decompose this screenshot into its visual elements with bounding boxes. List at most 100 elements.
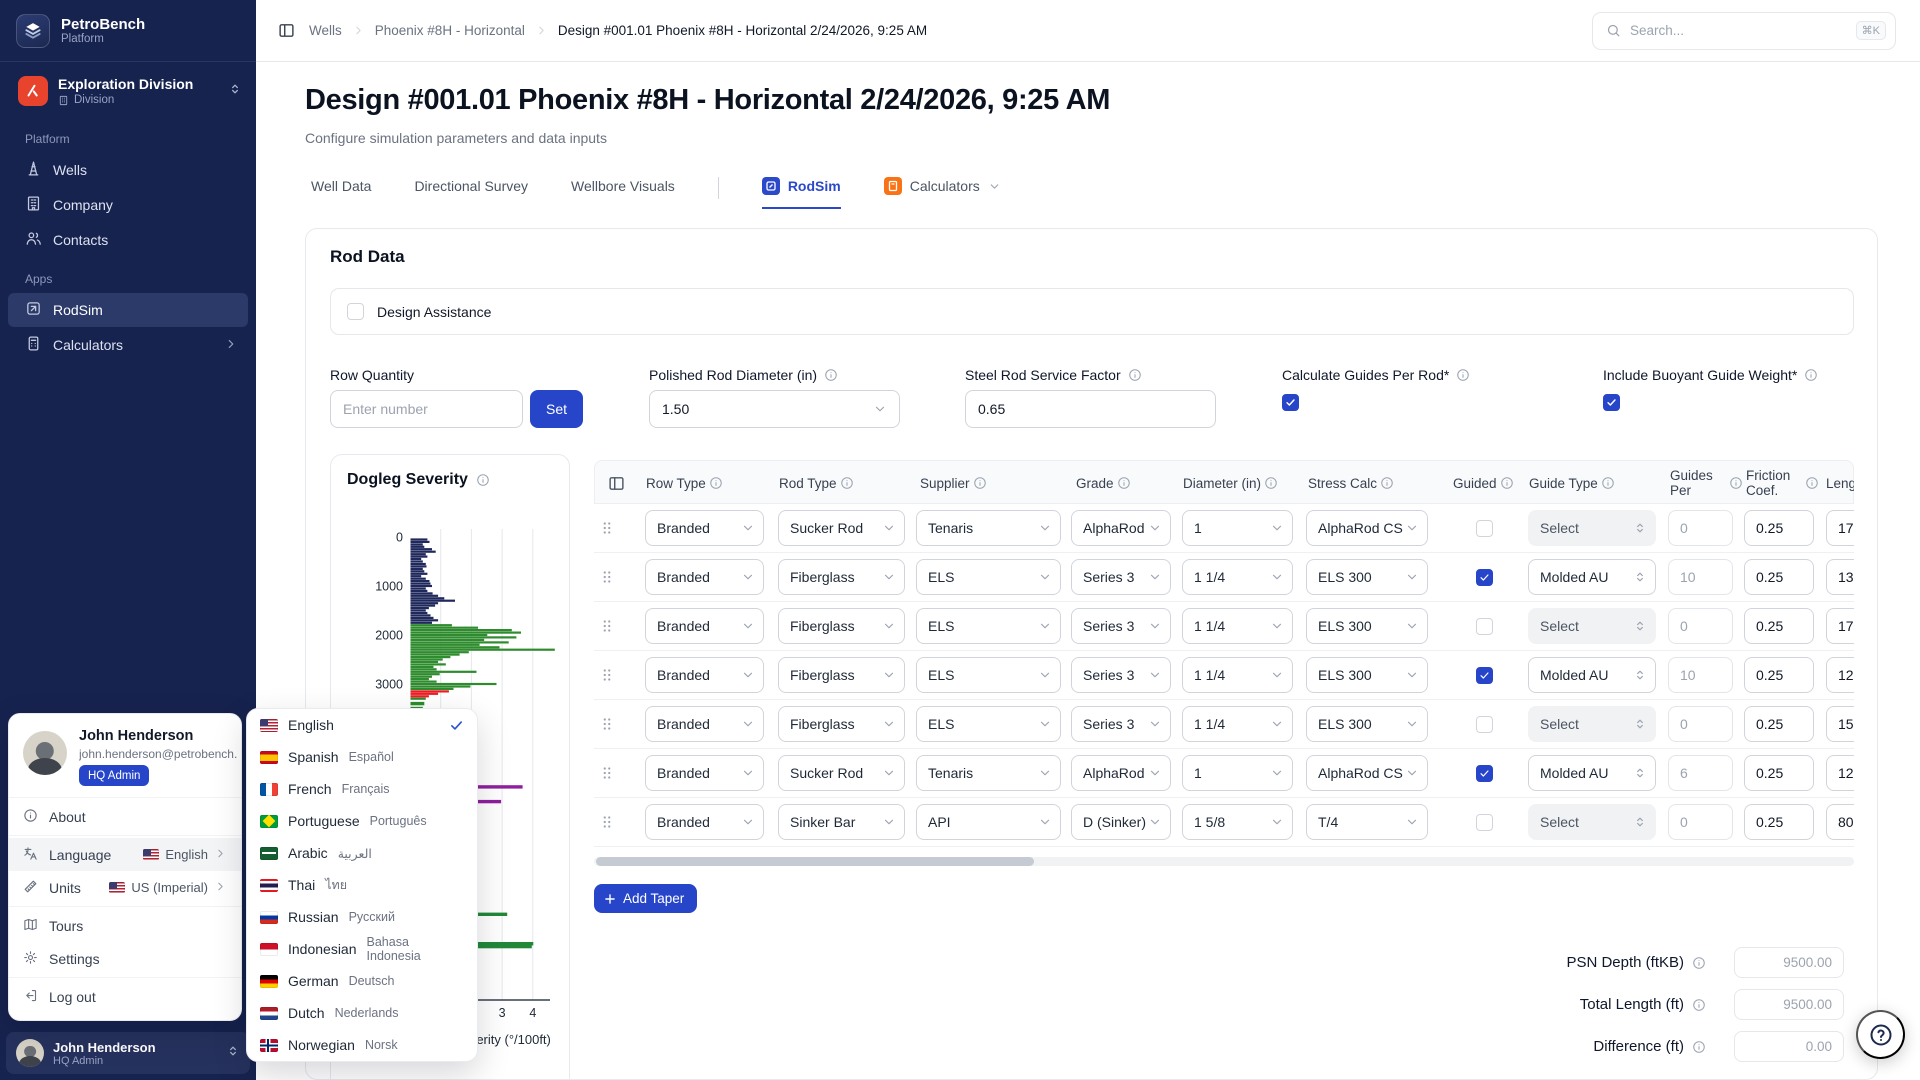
friction-coef-input[interactable]: 0.25 xyxy=(1744,804,1814,840)
guide-type-select[interactable]: Molded AU xyxy=(1528,657,1656,693)
table-horizontal-scrollbar-thumb[interactable] xyxy=(596,857,1034,866)
rod-type-select[interactable]: Sucker Rod xyxy=(778,755,905,791)
language-item-dutch[interactable]: DutchNederlands xyxy=(247,997,477,1029)
sidebar-item-wells[interactable]: Wells xyxy=(8,153,248,187)
language-item-arabic[interactable]: Arabicالعربية xyxy=(247,837,477,869)
info-icon[interactable] xyxy=(1601,476,1615,490)
language-item-thai[interactable]: Thaiไทย xyxy=(247,869,477,901)
drag-handle-icon[interactable] xyxy=(598,764,616,787)
language-item-russian[interactable]: RussianРусский xyxy=(247,901,477,933)
add-taper-button[interactable]: Add Taper xyxy=(594,884,697,913)
guided-checkbox[interactable] xyxy=(1476,765,1493,782)
info-icon[interactable] xyxy=(824,368,838,382)
supplier-select[interactable]: Tenaris xyxy=(916,755,1061,791)
row-type-select[interactable]: Branded xyxy=(645,706,764,742)
length-input[interactable]: 120 xyxy=(1826,755,1854,791)
tab-directional-survey[interactable]: Directional Survey xyxy=(414,178,528,208)
guided-checkbox[interactable] xyxy=(1476,814,1493,831)
guided-checkbox[interactable] xyxy=(1476,569,1493,586)
diameter-select[interactable]: 1 xyxy=(1182,755,1293,791)
stress-calc-select[interactable]: AlphaRod CS xyxy=(1306,510,1428,546)
friction-coef-input[interactable]: 0.25 xyxy=(1744,559,1814,595)
rod-type-select[interactable]: Fiberglass xyxy=(778,657,905,693)
length-input[interactable]: 170 xyxy=(1826,608,1854,644)
help-button[interactable] xyxy=(1856,1010,1905,1059)
row-type-select[interactable]: Branded xyxy=(645,657,764,693)
include-buoyant-checkbox[interactable] xyxy=(1603,394,1620,411)
guide-type-select[interactable]: Molded AU xyxy=(1528,755,1656,791)
menu-item-units[interactable]: UnitsUS (Imperial) xyxy=(9,871,241,904)
polished-rod-diameter-select[interactable]: 1.50 xyxy=(649,390,900,428)
guided-checkbox[interactable] xyxy=(1476,520,1493,537)
tab-calculators[interactable]: Calculators xyxy=(884,177,1001,209)
steel-rod-service-factor-input[interactable]: 0.65 xyxy=(965,390,1216,428)
guided-checkbox[interactable] xyxy=(1476,667,1493,684)
tab-rodsim[interactable]: RodSim xyxy=(762,177,841,209)
friction-coef-input[interactable]: 0.25 xyxy=(1744,608,1814,644)
info-icon[interactable] xyxy=(973,476,987,490)
diameter-select[interactable]: 1 5/8 xyxy=(1182,804,1293,840)
diameter-select[interactable]: 1 1/4 xyxy=(1182,608,1293,644)
length-input[interactable]: 170 xyxy=(1826,510,1854,546)
guided-checkbox[interactable] xyxy=(1476,618,1493,635)
stress-calc-select[interactable]: ELS 300 xyxy=(1306,657,1428,693)
info-icon[interactable] xyxy=(1805,476,1819,490)
length-input[interactable]: 125 xyxy=(1826,657,1854,693)
grade-select[interactable]: AlphaRod xyxy=(1071,510,1171,546)
menu-item-about[interactable]: About xyxy=(9,800,241,833)
menu-item-tours[interactable]: Tours xyxy=(9,909,241,942)
guide-type-select[interactable]: Molded AU xyxy=(1528,559,1656,595)
info-icon[interactable] xyxy=(1692,1040,1706,1054)
drag-handle-icon[interactable] xyxy=(598,666,616,689)
language-item-indonesian[interactable]: IndonesianBahasa Indonesia xyxy=(247,933,477,965)
language-item-portuguese[interactable]: PortuguesePortuguês xyxy=(247,805,477,837)
length-input[interactable]: 135 xyxy=(1826,559,1854,595)
info-icon[interactable] xyxy=(1729,476,1743,490)
rod-type-select[interactable]: Sinker Bar xyxy=(778,804,905,840)
grade-select[interactable]: Series 3 xyxy=(1071,657,1171,693)
info-icon[interactable] xyxy=(1804,368,1818,382)
stress-calc-select[interactable]: ELS 300 xyxy=(1306,559,1428,595)
tab-well-data[interactable]: Well Data xyxy=(311,178,371,208)
supplier-select[interactable]: ELS xyxy=(916,559,1061,595)
sidebar-item-rodsim[interactable]: RodSim xyxy=(8,293,248,327)
design-assistance-checkbox[interactable] xyxy=(347,303,364,320)
menu-item-language[interactable]: LanguageEnglish xyxy=(9,838,241,871)
friction-coef-input[interactable]: 0.25 xyxy=(1744,755,1814,791)
sidebar-item-company[interactable]: Company xyxy=(8,188,248,222)
breadcrumb-item[interactable]: Wells xyxy=(309,23,342,38)
drag-handle-icon[interactable] xyxy=(598,813,616,836)
stress-calc-select[interactable]: ELS 300 xyxy=(1306,706,1428,742)
info-icon[interactable] xyxy=(1456,368,1470,382)
sidebar-toggle-icon[interactable] xyxy=(278,22,295,39)
info-icon[interactable] xyxy=(1380,476,1394,490)
row-type-select[interactable]: Branded xyxy=(645,608,764,644)
info-icon[interactable] xyxy=(840,476,854,490)
stress-calc-select[interactable]: AlphaRod CS xyxy=(1306,755,1428,791)
info-icon[interactable] xyxy=(1692,998,1706,1012)
stress-calc-select[interactable]: T/4 xyxy=(1306,804,1428,840)
length-input[interactable]: 80 xyxy=(1826,804,1854,840)
info-icon[interactable] xyxy=(1264,476,1278,490)
drag-handle-icon[interactable] xyxy=(598,617,616,640)
grade-select[interactable]: Series 3 xyxy=(1071,559,1171,595)
sidebar-item-contacts[interactable]: Contacts xyxy=(8,223,248,257)
grade-select[interactable]: Series 3 xyxy=(1071,706,1171,742)
sidebar-item-calculators[interactable]: Calculators xyxy=(8,328,248,362)
panel-icon[interactable] xyxy=(608,475,625,492)
tab-wellbore-visuals[interactable]: Wellbore Visuals xyxy=(571,178,675,208)
sidebar-user-button[interactable]: John Henderson HQ Admin xyxy=(6,1032,250,1074)
language-item-german[interactable]: GermanDeutsch xyxy=(247,965,477,997)
supplier-select[interactable]: API xyxy=(916,804,1061,840)
info-icon[interactable] xyxy=(476,473,490,487)
info-icon[interactable] xyxy=(709,476,723,490)
stress-calc-select[interactable]: ELS 300 xyxy=(1306,608,1428,644)
search-input[interactable]: Search... ⌘K xyxy=(1592,12,1896,50)
grade-select[interactable]: Series 3 xyxy=(1071,608,1171,644)
guided-checkbox[interactable] xyxy=(1476,716,1493,733)
supplier-select[interactable]: Tenaris xyxy=(916,510,1061,546)
brand-header[interactable]: PetroBench Platform xyxy=(0,0,256,62)
language-item-spanish[interactable]: SpanishEspañol xyxy=(247,741,477,773)
org-switcher[interactable]: Exploration Division Division xyxy=(0,62,256,118)
supplier-select[interactable]: ELS xyxy=(916,608,1061,644)
